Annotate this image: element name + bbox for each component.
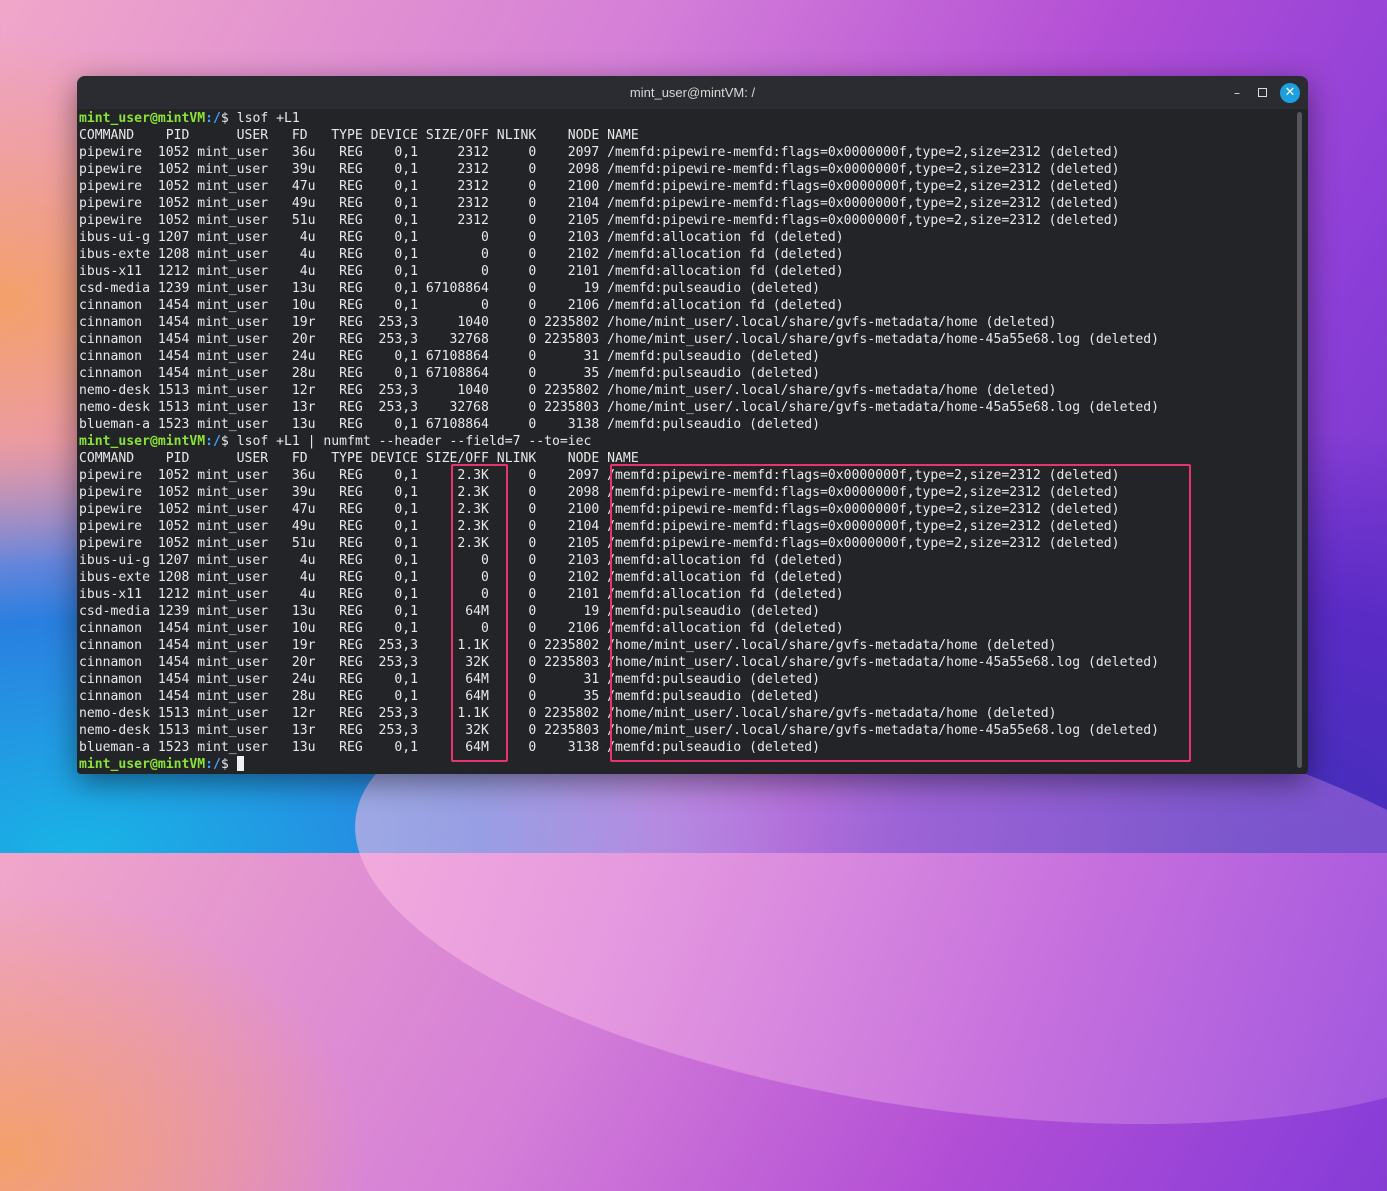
command-text: lsof +L1 — [236, 111, 300, 126]
output-row: pipewire 1052 mint_user 51u REG 0,1 2312… — [79, 213, 1120, 228]
prompt-host: mint_user@mintVM — [79, 757, 206, 772]
output-row: pipewire 1052 mint_user 47u REG 0,1 2312… — [79, 179, 1120, 194]
output-row: ibus-exte 1208 mint_user 4u REG 0,1 0 0 … — [79, 247, 844, 262]
prompt-host: mint_user@mintVM — [79, 434, 206, 449]
output-row: ibus-ui-g 1207 mint_user 4u REG 0,1 0 0 … — [79, 230, 844, 245]
output-row: cinnamon 1454 mint_user 24u REG 0,1 6710… — [79, 349, 821, 364]
output-row: blueman-a 1523 mint_user 13u REG 0,1 671… — [79, 417, 821, 432]
output-row: pipewire 1052 mint_user 39u REG 0,1 2312… — [79, 162, 1120, 177]
output-header-row: COMMAND PID USER FD TYPE DEVICE SIZE/OFF… — [79, 128, 639, 143]
prompt-host: mint_user@mintVM — [79, 111, 206, 126]
output-row: cinnamon 1454 mint_user 28u REG 0,1 6710… — [79, 366, 821, 381]
command-text: lsof +L1 | numfmt --header --field=7 --t… — [236, 434, 592, 449]
minimize-button[interactable]: – — [1228, 84, 1246, 102]
prompt-line: mint_user@mintVM:/$ lsof +L1 | numfmt --… — [79, 433, 1294, 450]
output-row: csd-media 1239 mint_user 13u REG 0,1 671… — [79, 281, 821, 296]
output-row: pipewire 1052 mint_user 36u REG 0,1 2312… — [79, 145, 1120, 160]
output-row: nemo-desk 1513 mint_user 12r REG 253,3 1… — [79, 383, 1057, 398]
command-output-1: COMMAND PID USER FD TYPE DEVICE SIZE/OFF… — [79, 127, 1294, 433]
terminal-window[interactable]: mint_user@mintVM: / – ✕ mint_user@mintVM… — [77, 76, 1308, 774]
output-row: cinnamon 1454 mint_user 20r REG 253,3 32… — [79, 332, 1159, 347]
name-column-highlight — [610, 464, 1191, 762]
maximize-button[interactable] — [1253, 84, 1271, 102]
size-column-highlight — [451, 464, 508, 762]
window-title: mint_user@mintVM: / — [629, 85, 756, 100]
title-bar[interactable]: mint_user@mintVM: / – ✕ — [77, 76, 1308, 109]
prompt-symbol: $ — [220, 111, 229, 126]
output-row: cinnamon 1454 mint_user 10u REG 0,1 0 0 … — [79, 298, 844, 313]
prompt-path: :/ — [205, 111, 221, 126]
scrollbar[interactable] — [1297, 112, 1302, 768]
output-row: cinnamon 1454 mint_user 19r REG 253,3 10… — [79, 315, 1057, 330]
output-row: nemo-desk 1513 mint_user 13r REG 253,3 3… — [79, 400, 1159, 415]
prompt-symbol: $ — [220, 757, 229, 772]
prompt-symbol: $ — [220, 434, 229, 449]
maximize-icon — [1257, 88, 1267, 97]
output-row: ibus-x11 1212 mint_user 4u REG 0,1 0 0 2… — [79, 264, 844, 279]
prompt-path: :/ — [205, 757, 221, 772]
output-row: pipewire 1052 mint_user 49u REG 0,1 2312… — [79, 196, 1120, 211]
prompt-path: :/ — [205, 434, 221, 449]
prompt-line: mint_user@mintVM:/$ lsof +L1 — [79, 110, 1294, 127]
text-cursor — [236, 756, 244, 771]
close-button[interactable]: ✕ — [1280, 83, 1300, 103]
